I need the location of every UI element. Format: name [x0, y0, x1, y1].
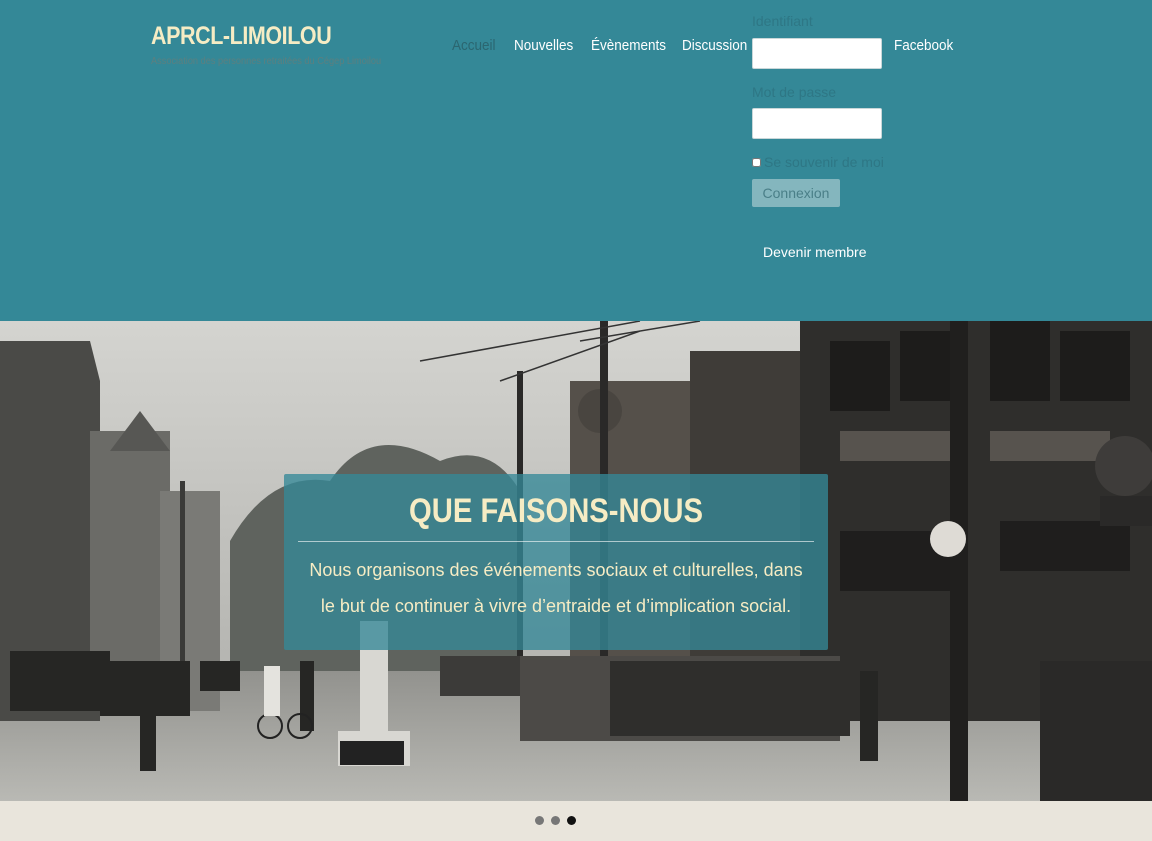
- nav-evenements[interactable]: Évènements: [591, 37, 666, 54]
- remember-label: Se souvenir de moi: [764, 154, 884, 170]
- username-input[interactable]: [752, 38, 882, 69]
- slide-title: QUE FAISONS-NOUS: [408, 492, 704, 530]
- nav-facebook[interactable]: Facebook: [894, 37, 953, 54]
- slide-dot-3[interactable]: [567, 816, 576, 825]
- remember-checkbox[interactable]: [752, 157, 761, 167]
- slider-pagination: [0, 801, 1152, 841]
- nav-discussion[interactable]: Discussion: [682, 37, 747, 54]
- password-input[interactable]: [752, 108, 882, 139]
- slide-dot-1[interactable]: [535, 816, 544, 825]
- remember-me: Se souvenir de moi: [752, 154, 884, 170]
- hero-slider: QUE FAISONS-NOUS Nous organisons des évé…: [0, 321, 1152, 801]
- login-button[interactable]: Connexion: [752, 179, 840, 207]
- password-label: Mot de passe: [752, 84, 837, 100]
- caption-divider: [298, 541, 814, 542]
- slide-text: Nous organisons des événements sociaux e…: [309, 560, 803, 616]
- site-subtitle: Association des personnes retraitées du …: [151, 56, 382, 67]
- join-link[interactable]: Devenir membre: [763, 244, 866, 260]
- nav-nouvelles[interactable]: Nouvelles: [514, 37, 573, 54]
- slide-dot-2[interactable]: [551, 816, 560, 825]
- site-title[interactable]: APRCL-LIMOILOU: [151, 22, 332, 51]
- nav-accueil[interactable]: Accueil: [452, 37, 496, 54]
- site-header: APRCL-LIMOILOU Association des personnes…: [0, 0, 1152, 321]
- username-label: Identifiant: [752, 13, 813, 29]
- slide-caption: QUE FAISONS-NOUS Nous organisons des évé…: [284, 474, 828, 650]
